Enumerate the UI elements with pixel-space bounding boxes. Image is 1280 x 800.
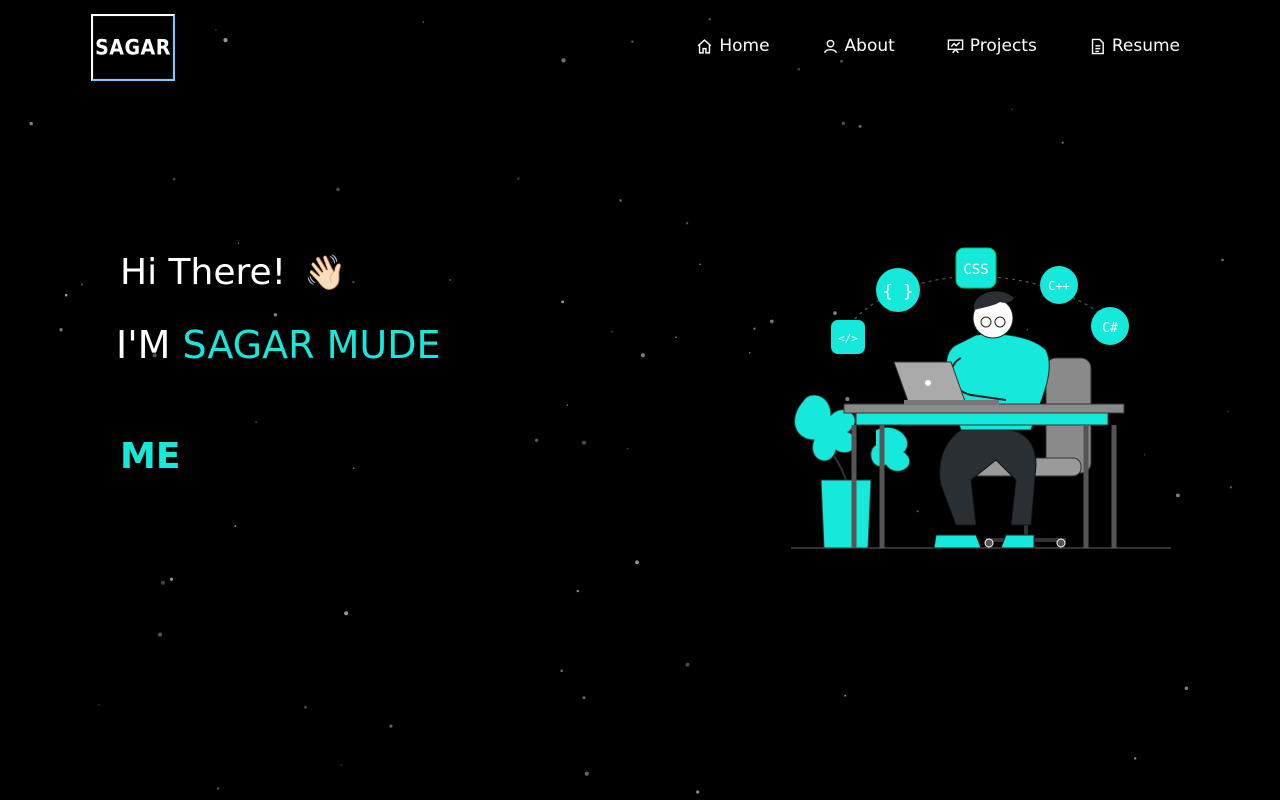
svg-text:CSS: CSS [963, 262, 988, 278]
star [631, 40, 634, 43]
home-icon [697, 38, 712, 54]
star [626, 447, 629, 450]
star [98, 704, 100, 706]
star [1011, 108, 1013, 111]
star [223, 38, 228, 43]
star [858, 124, 862, 128]
star [685, 222, 689, 225]
star [534, 438, 539, 442]
main-nav: Home About Projects Resume [696, 36, 1180, 56]
star [769, 319, 774, 324]
waving-hand-icon: 👋🏻 [304, 252, 347, 293]
typewriter-text: ME [120, 436, 181, 477]
badge-html: </> [831, 320, 865, 354]
star [81, 283, 83, 286]
star [844, 694, 847, 697]
star [1061, 141, 1064, 144]
star [1229, 486, 1233, 489]
star [352, 467, 355, 470]
star [640, 353, 645, 358]
star [576, 589, 579, 593]
star [158, 632, 163, 637]
star [708, 18, 711, 21]
star [449, 279, 451, 281]
star [215, 29, 217, 31]
star [841, 121, 845, 125]
svg-text:</>: </> [838, 332, 858, 345]
star [611, 331, 613, 333]
star [685, 662, 690, 667]
developer-illustration: CSS { } C++ </> C# [791, 247, 1171, 549]
star [237, 242, 240, 244]
svg-text:C#: C# [1102, 321, 1118, 336]
nav-projects[interactable]: Projects [947, 36, 1037, 56]
badge-cpp: C++ [1040, 266, 1078, 304]
svg-text:C++: C++ [1048, 279, 1070, 293]
star [304, 705, 307, 709]
star [582, 696, 586, 700]
star [216, 787, 220, 790]
star [566, 404, 569, 406]
star [59, 328, 63, 332]
star [169, 577, 174, 581]
star [749, 352, 751, 354]
presentation-icon [947, 38, 964, 53]
star [584, 771, 589, 776]
star [234, 525, 237, 528]
star [1221, 258, 1224, 262]
star [172, 177, 176, 181]
star [1227, 410, 1229, 413]
badge-css: CSS [955, 247, 997, 289]
star [340, 764, 343, 766]
intro-name: SAGAR MUDE [182, 323, 441, 367]
star [840, 59, 843, 63]
star [422, 21, 424, 23]
star [273, 313, 278, 317]
nav-home[interactable]: Home [696, 36, 770, 56]
star [561, 58, 566, 63]
document-icon [1091, 38, 1104, 54]
star [753, 327, 756, 330]
star [255, 421, 258, 424]
star [389, 724, 393, 728]
nav-resume[interactable]: Resume [1089, 36, 1180, 56]
star [699, 263, 702, 266]
logo[interactable]: SAGAR [91, 14, 175, 81]
nav-about[interactable]: About [822, 36, 895, 56]
star [336, 187, 340, 192]
greeting-text: Hi There! [120, 252, 287, 293]
star [581, 440, 587, 445]
badge-braces: { } [876, 268, 920, 312]
star [1184, 686, 1189, 691]
star [1176, 493, 1180, 498]
nav-about-label: About [844, 36, 895, 56]
nav-projects-label: Projects [969, 36, 1037, 56]
greeting: Hi There! 👋🏻 [120, 252, 346, 293]
star [560, 669, 564, 673]
badge-csharp: C# [1091, 307, 1129, 345]
star [344, 611, 349, 616]
star [797, 67, 800, 71]
star [561, 300, 565, 304]
nav-resume-label: Resume [1111, 36, 1180, 56]
star [29, 121, 33, 126]
star [352, 280, 355, 284]
star [619, 199, 622, 202]
star [675, 336, 677, 338]
nav-home-label: Home [719, 36, 770, 56]
star [696, 790, 700, 794]
star [160, 580, 165, 585]
user-icon [823, 39, 837, 53]
star [517, 177, 520, 180]
star [1133, 757, 1137, 760]
page: SAGAR Home About Projects Resume Hi Ther… [0, 0, 1280, 800]
star [64, 293, 68, 297]
star [635, 560, 639, 565]
intro-prefix: I'M [116, 323, 183, 367]
logo-text: SAGAR [95, 35, 171, 60]
svg-text:{ }: { } [883, 282, 914, 302]
intro-heading: I'M SAGAR MUDE [116, 323, 440, 367]
